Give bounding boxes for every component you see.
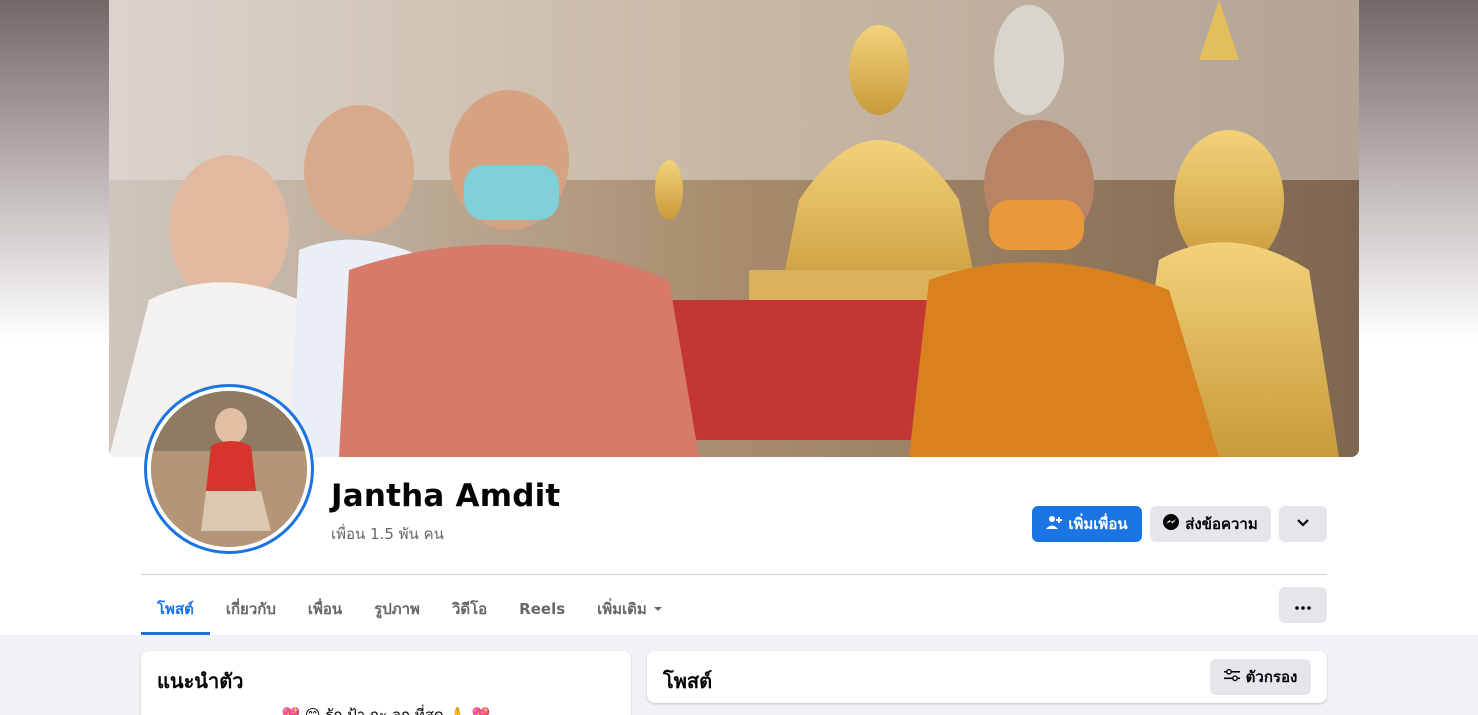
add-friend-label: เพิ่มเพื่อน [1068,515,1128,533]
tab-friends[interactable]: เพื่อน [292,583,358,635]
tab-photos[interactable]: รูปภาพ [358,583,436,635]
profile-dropdown-button[interactable] [1279,506,1327,542]
filter-sliders-icon [1223,668,1240,686]
add-person-icon [1046,514,1063,534]
profile-name: Jantha Amdit [331,478,561,514]
filter-label: ตัวกรอง [1245,668,1298,686]
intro-title: แนะนำตัว [157,669,244,693]
add-friend-button[interactable]: เพิ่มเพื่อน [1032,506,1142,542]
header-divider [141,574,1327,575]
more-options-button[interactable] [1279,587,1327,623]
profile-avatar[interactable] [144,384,314,554]
chevron-down-icon [1296,515,1310,533]
tab-more-label: เพิ่มเติม [597,600,647,618]
message-label: ส่งข้อความ [1185,515,1258,533]
more-dots-icon [1295,596,1311,614]
intro-card: แนะนำตัว 💖 😊 รัก ป้า กะ ลุก ที่สุด 🙏 💖 [141,651,631,715]
caret-down-icon [653,600,663,618]
cover-photo-image [109,0,1359,457]
cover-photo[interactable] [109,0,1359,457]
tab-more[interactable]: เพิ่มเติม [581,583,679,635]
avatar-image [151,391,307,547]
tab-videos[interactable]: วิดีโอ [436,583,503,635]
filter-button[interactable]: ตัวกรอง [1210,659,1311,695]
tab-posts[interactable]: โพสต์ [141,583,210,635]
posts-card: โพสต์ ตัวกรอง [647,651,1327,703]
tab-reels[interactable]: Reels [503,583,581,635]
tab-about[interactable]: เกี่ยวกับ [210,583,292,635]
messenger-icon [1163,514,1180,534]
message-button[interactable]: ส่งข้อความ [1150,506,1271,542]
friends-count[interactable]: เพื่อน 1.5 พัน คน [331,522,444,546]
profile-tabs: โพสต์ เกี่ยวกับ เพื่อน รูปภาพ วิดีโอ Ree… [141,583,679,635]
intro-bio: 💖 😊 รัก ป้า กะ ลุก ที่สุด 🙏 💖 [281,706,491,715]
posts-title: โพสต์ [663,669,713,693]
